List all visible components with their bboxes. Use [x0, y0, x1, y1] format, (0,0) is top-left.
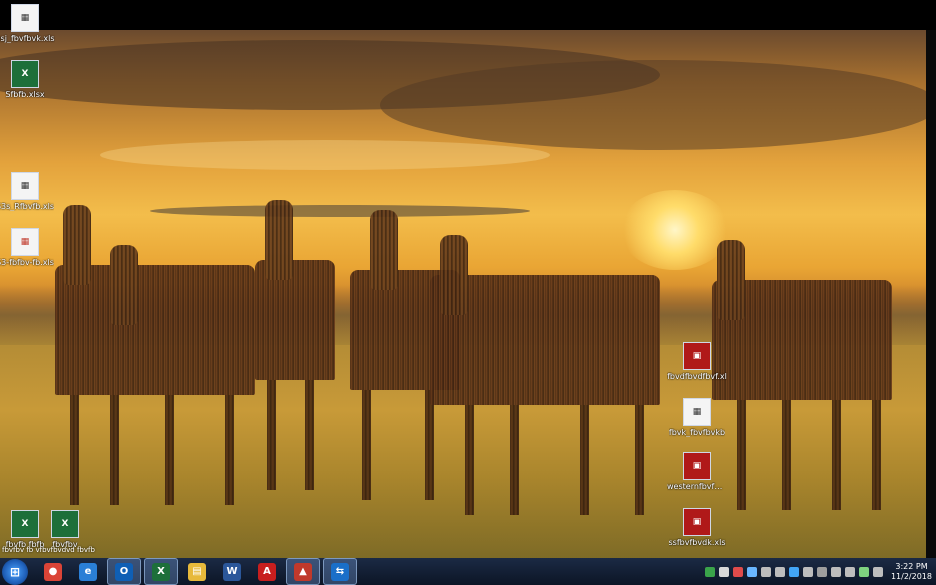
spreadsheet-icon: ▦ — [683, 398, 711, 426]
file-explorer-icon: ▤ — [188, 562, 206, 581]
tray-icon-1[interactable] — [704, 566, 715, 577]
clock-date: 11/2/2018 — [890, 571, 932, 581]
clock-time: 3:22 PM — [895, 561, 928, 571]
excel-icon: X — [11, 510, 39, 538]
taskbar-word-button[interactable]: W — [216, 559, 248, 584]
spreadsheet-icon: ▦ — [11, 228, 39, 256]
autocad-icon: ▲ — [294, 562, 312, 581]
taskbar-chrome-button[interactable]: ● — [37, 559, 69, 584]
desktop-icon-6[interactable]: ▦ fbvk_fbvfbvkb — [669, 398, 725, 450]
start-button[interactable]: ⊞ — [2, 558, 28, 585]
desktop-wallpaper — [0, 30, 926, 558]
tray-icons — [703, 566, 885, 577]
taskbar-file-explorer-button[interactable]: ▤ — [181, 559, 213, 584]
spreadsheet-icon: ▦ — [11, 4, 39, 32]
tray-icon-11[interactable] — [844, 566, 855, 577]
sun — [620, 190, 730, 270]
taskbar-autocad-button[interactable]: ▲ — [286, 558, 320, 585]
taskbar-acrobat-button[interactable]: A — [251, 559, 283, 584]
excel-icon: X — [51, 510, 79, 538]
horse-5 — [712, 240, 892, 510]
desktop-icon-1[interactable]: ▦ hsj_fbvfbvk.xls — [0, 4, 55, 56]
windows-logo-icon: ⊞ — [9, 564, 21, 579]
taskbar: ⊞ ● e O X ▤ W A ▲ ⇆ 3:22 PM 11/2/2018 — [0, 558, 936, 585]
taskbar-internet-explorer-button[interactable]: e — [72, 559, 104, 584]
excel-icon: X — [152, 562, 170, 581]
taskbar-outlook-button[interactable]: O — [107, 558, 141, 585]
outlook-icon: O — [115, 562, 133, 581]
tray-icon-13[interactable] — [872, 566, 883, 577]
internet-explorer-icon: e — [79, 562, 97, 581]
tray-icon-3[interactable] — [732, 566, 743, 577]
taskbar-excel-button[interactable]: X — [144, 558, 178, 585]
tray-icon-10[interactable] — [830, 566, 841, 577]
excel-icon: X — [11, 60, 39, 88]
acrobat-icon: A — [258, 562, 276, 581]
system-tray: 3:22 PM 11/2/2018 — [703, 558, 932, 585]
document-stack-icon: ▣ — [683, 452, 711, 480]
desktop-icon-2[interactable]: X Sfbfb.xlsx — [0, 60, 50, 112]
tray-icon-6[interactable] — [774, 566, 785, 577]
desktop-icon-5[interactable]: ▣ fbvdfbvdfbvf.xl — [667, 342, 727, 394]
tray-icon-12[interactable] — [858, 566, 869, 577]
tray-icon-5[interactable] — [760, 566, 771, 577]
spreadsheet-icon: ▦ — [11, 172, 39, 200]
desktop-icon-10[interactable]: X fbvfbv — [40, 510, 90, 562]
clock[interactable]: 3:22 PM 11/2/2018 — [891, 562, 932, 582]
taskbar-pinned-apps: ● e O X ▤ W A ▲ ⇆ — [34, 558, 357, 585]
document-stack-icon: ▣ — [683, 508, 711, 536]
word-icon: W — [223, 562, 241, 581]
horse-1 — [55, 205, 255, 505]
tray-icon-7[interactable] — [788, 566, 799, 577]
desktop-bottom-caption: fbvfbv fb vfbvfbvdvd fbvfb — [2, 546, 95, 554]
horse-4 — [430, 235, 660, 515]
taskbar-teamviewer-button[interactable]: ⇆ — [323, 558, 357, 585]
desktop-icon-4[interactable]: ▦ S3-fbfbv-fb.xls — [0, 228, 54, 280]
tray-icon-2[interactable] — [718, 566, 729, 577]
tray-icon-8[interactable] — [802, 566, 813, 577]
teamviewer-icon: ⇆ — [331, 562, 349, 581]
desktop-icon-3[interactable]: ▦ S3s_Rfbvfb.xls — [0, 172, 54, 224]
desktop-icon-7[interactable]: ▣ westernfbvfb dvsdvd — [667, 452, 727, 504]
chrome-icon: ● — [44, 562, 62, 581]
tray-icon-4[interactable] — [746, 566, 757, 577]
horse-2 — [255, 200, 335, 490]
screen-edge-strip — [926, 30, 936, 558]
tray-icon-9[interactable] — [816, 566, 827, 577]
desktop-icon-8[interactable]: ▣ ssfbvfbvdk.xls — [669, 508, 726, 560]
top-black-bar — [0, 0, 936, 30]
document-stack-icon: ▣ — [683, 342, 711, 370]
